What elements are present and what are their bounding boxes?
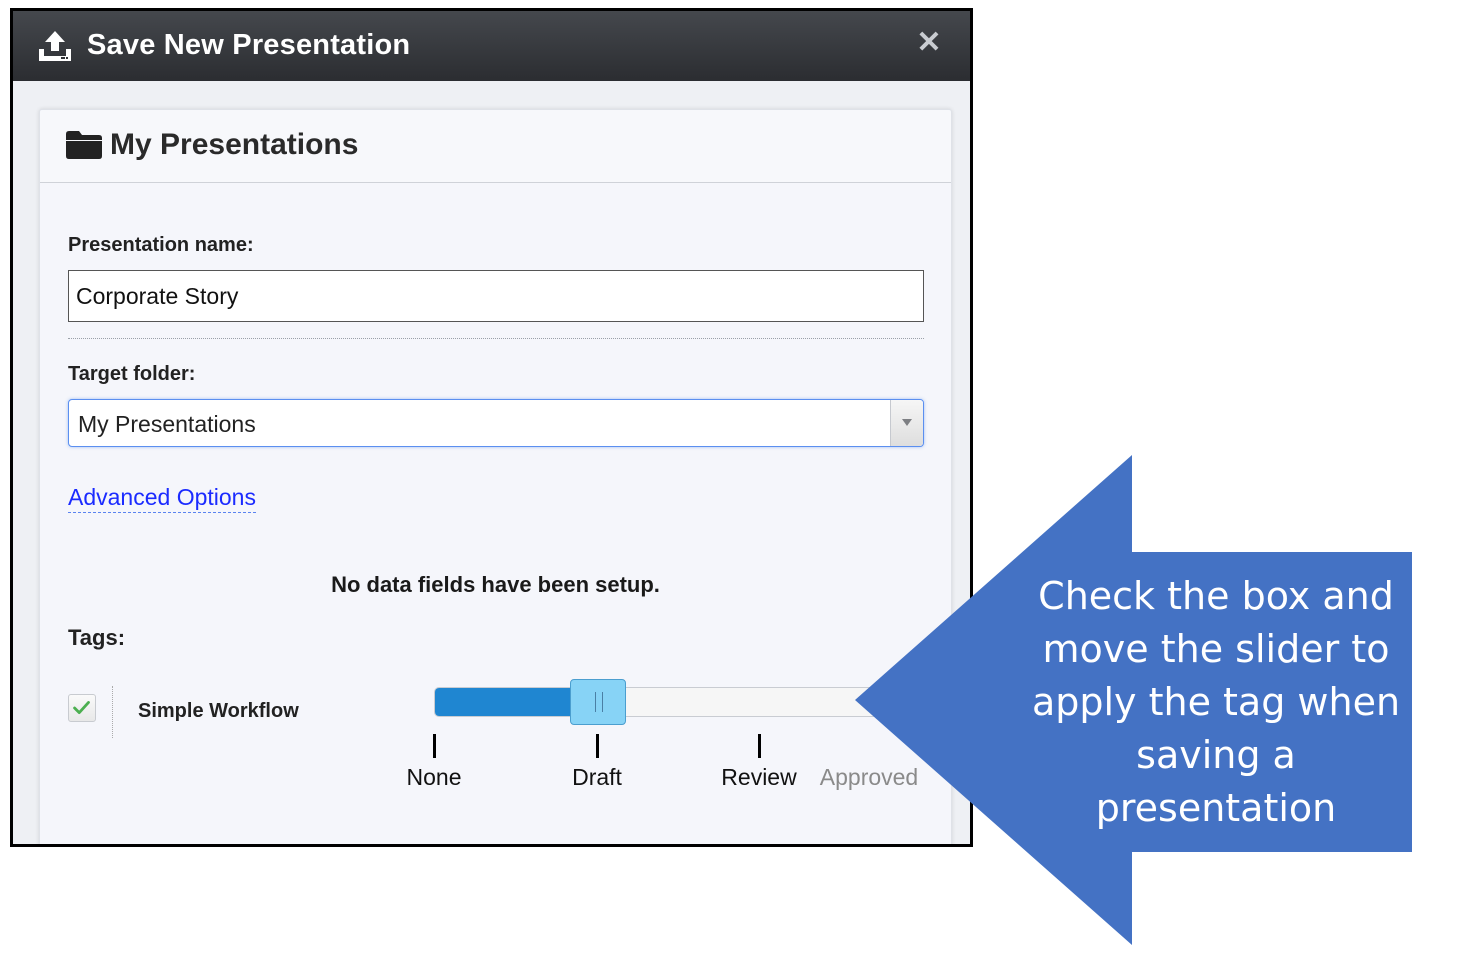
slider-tick xyxy=(758,734,761,758)
callout-line: apply the tag when xyxy=(1031,680,1401,724)
save-presentation-dialog: Save New Presentation ✕ My Presentations… xyxy=(10,8,973,847)
callout-line: Check the box and xyxy=(1038,574,1394,618)
slider-handle[interactable] xyxy=(570,679,626,725)
close-icon[interactable]: ✕ xyxy=(914,28,944,58)
callout-line: presentation xyxy=(1095,786,1337,830)
section-divider xyxy=(68,338,924,339)
tag-divider xyxy=(112,686,113,738)
slider-stop-label: None xyxy=(406,764,462,790)
slider-stop-label: Review xyxy=(721,764,797,790)
callout-text: Check the box and move the slider to app… xyxy=(1020,570,1412,835)
slider-tick xyxy=(596,734,599,758)
dropdown-button[interactable] xyxy=(890,400,923,446)
dialog-titlebar: Save New Presentation ✕ xyxy=(13,11,970,81)
chevron-down-icon xyxy=(902,419,912,426)
upload-icon xyxy=(39,31,71,61)
slider-tick xyxy=(433,734,436,758)
panel-title: My Presentations xyxy=(110,128,359,161)
dialog-title: Save New Presentation xyxy=(87,29,411,61)
checkmark-icon xyxy=(73,701,90,715)
target-folder-value: My Presentations xyxy=(78,411,256,437)
tags-label: Tags: xyxy=(68,625,126,650)
slider-stop-label: Draft xyxy=(572,764,622,790)
tag-checkbox[interactable] xyxy=(68,694,96,722)
presentation-name-label: Presentation name: xyxy=(68,234,254,256)
folder-icon xyxy=(66,131,102,159)
grip-icon xyxy=(595,692,603,712)
callout-line: move the slider to xyxy=(1042,627,1390,671)
advanced-options-link[interactable]: Advanced Options xyxy=(68,484,256,513)
panel-header: My Presentations xyxy=(40,110,951,183)
callout-line: saving a xyxy=(1136,733,1296,777)
no-data-fields-message: No data fields have been setup. xyxy=(331,572,660,597)
presentation-name-input[interactable] xyxy=(68,270,924,322)
my-presentations-panel: My Presentations Presentation name: Targ… xyxy=(39,109,952,844)
target-folder-label: Target folder: xyxy=(68,363,196,385)
target-folder-select[interactable]: My Presentations xyxy=(68,399,924,447)
tag-name: Simple Workflow xyxy=(138,700,299,722)
